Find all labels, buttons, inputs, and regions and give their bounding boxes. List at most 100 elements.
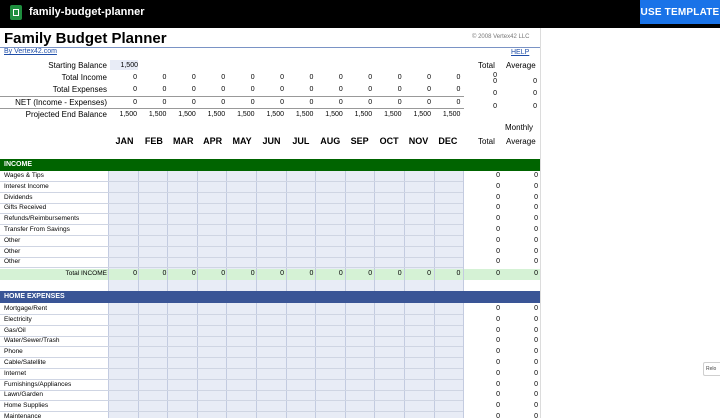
summary-total-cell: 0 (493, 78, 497, 85)
summary-cell[interactable]: 0 (375, 74, 402, 81)
summary-cell[interactable]: 0 (433, 74, 460, 81)
summary-cell[interactable]: 0 (228, 99, 255, 106)
summary-cell[interactable]: 0 (286, 86, 313, 93)
grid-row-line (0, 324, 463, 326)
summary-cell[interactable]: 1,500 (257, 111, 284, 118)
total-income-cell: 0 (456, 270, 461, 277)
home-expense-item-label[interactable]: Furnishings/Appliances (4, 381, 71, 388)
summary-cell[interactable]: 1,500 (198, 111, 226, 118)
home-expense-item-label[interactable]: Electricity (4, 316, 32, 323)
summary-cell[interactable]: 1,500 (375, 111, 402, 118)
summary-cell[interactable]: 0 (110, 74, 137, 81)
income-total-cell: 0 (496, 247, 500, 255)
home-expense-item-label[interactable]: Gas/Oil (4, 327, 26, 334)
summary-cell[interactable]: 1,500 (286, 111, 314, 118)
total-income-cell: 0 (368, 270, 373, 277)
month-header-nov: NOV (408, 136, 429, 146)
summary-cell[interactable]: 0 (257, 99, 284, 106)
summary-cell[interactable]: 1,500 (316, 111, 343, 118)
summary-cell[interactable]: 1,500 (139, 111, 167, 118)
summary-cell[interactable]: 1,500 (345, 111, 373, 118)
summary-cell[interactable]: 0 (198, 74, 225, 81)
income-item-label[interactable]: Dividends (4, 194, 33, 201)
summary-cell[interactable]: 0 (345, 74, 372, 81)
summary-cell[interactable]: 0 (169, 99, 196, 106)
home-expense-item-label[interactable]: Water/Sewer/Trash (4, 337, 60, 344)
summary-cell[interactable]: 0 (345, 86, 372, 93)
income-item-label[interactable]: Interest Income (4, 183, 49, 190)
summary-cell[interactable]: 0 (228, 86, 255, 93)
vertex42-link[interactable]: By Vertex42.com (4, 48, 57, 55)
home-expense-item-label[interactable]: Phone (4, 348, 23, 355)
home-expense-total-cell: 0 (496, 369, 500, 377)
home-expense-item-label[interactable]: Cable/Satellite (4, 359, 46, 366)
starting-balance-cell[interactable]: 1,500 (110, 60, 138, 70)
spreadsheet[interactable]: Family Budget Planner © 2008 Vertex42 LL… (0, 28, 541, 418)
income-item-label[interactable]: Refunds/Reimbursements (4, 215, 79, 222)
income-item-label[interactable]: Transfer From Savings (4, 226, 70, 233)
income-item-label[interactable]: Gifts Received (4, 204, 46, 211)
home-expense-item-label[interactable]: Mortgage/Rent (4, 305, 47, 312)
home-expense-item-label[interactable]: Home Supplies (4, 402, 48, 409)
summary-cell[interactable]: 1,500 (404, 111, 431, 118)
summary-cell[interactable]: 0 (433, 99, 460, 106)
total-column-header: Total (478, 137, 495, 146)
home-expense-average-cell: 0 (534, 326, 538, 334)
summary-cell[interactable]: 0 (286, 99, 313, 106)
total-income-cell: 0 (309, 270, 314, 277)
summary-cell[interactable]: 1,500 (228, 111, 255, 118)
summary-cell[interactable]: 0 (228, 74, 255, 81)
month-header-mar: MAR (173, 136, 194, 146)
summary-cell[interactable]: 0 (316, 99, 343, 106)
help-link[interactable]: HELP (511, 49, 529, 56)
home-expenses-section-title: HOME EXPENSES (4, 293, 65, 300)
summary-cell[interactable]: 0 (433, 86, 460, 93)
total-income-cell: 0 (338, 270, 343, 277)
summary-total-cell: 0 (493, 103, 497, 110)
summary-cell[interactable]: 0 (345, 99, 372, 106)
summary-cell[interactable]: 1,500 (169, 111, 196, 118)
summary-average-cell: 0 (533, 103, 537, 110)
use-template-button[interactable]: USE TEMPLATE (640, 0, 720, 24)
summary-cell[interactable]: 0 (139, 74, 166, 81)
side-panel-tab[interactable]: Relo (703, 362, 720, 376)
income-item-label[interactable]: Other (4, 237, 20, 244)
summary-cell[interactable]: 0 (404, 74, 431, 81)
summary-cell[interactable]: 0 (375, 86, 402, 93)
income-item-label[interactable]: Other (4, 258, 20, 265)
summary-cell[interactable]: 0 (198, 86, 225, 93)
summary-cell[interactable]: 0 (110, 86, 137, 93)
summary-cell[interactable]: 1,500 (110, 111, 137, 118)
summary-cell[interactable]: 1,500 (433, 111, 461, 118)
summary-cell[interactable]: 0 (139, 99, 166, 106)
home-expense-item-label[interactable]: Lawn/Garden (4, 391, 43, 398)
home-expense-item-label[interactable]: Internet (4, 370, 26, 377)
summary-cell[interactable]: 0 (198, 99, 225, 106)
income-item-label[interactable]: Wages & Tips (4, 172, 44, 179)
home-expense-average-cell: 0 (534, 413, 538, 418)
summary-cell[interactable]: 0 (286, 74, 313, 81)
income-average-cell: 0 (534, 172, 538, 179)
income-average-cell: 0 (534, 215, 538, 223)
grid-row-line (0, 400, 463, 402)
summary-average-cell: 0 (533, 78, 537, 85)
summary-cell[interactable]: 0 (169, 86, 196, 93)
summary-cell[interactable]: 0 (375, 99, 402, 106)
summary-average-header: Average (506, 61, 536, 70)
summary-cell[interactable]: 0 (169, 74, 196, 81)
summary-cell[interactable]: 0 (257, 86, 284, 93)
summary-cell[interactable]: 0 (316, 74, 343, 81)
summary-cell[interactable]: 0 (404, 99, 431, 106)
sheets-file-icon (10, 5, 22, 20)
summary-cell[interactable]: 0 (316, 86, 343, 93)
income-total-cell: 0 (496, 226, 500, 233)
income-item-label[interactable]: Other (4, 248, 20, 255)
home-expenses-section-header: HOME EXPENSES (0, 291, 540, 303)
summary-cell[interactable]: 0 (257, 74, 284, 81)
summary-cell[interactable]: 0 (110, 99, 137, 106)
home-expense-item-label[interactable]: Maintenance (4, 413, 41, 418)
grid-row-line (0, 368, 463, 369)
income-total-cell: 0 (496, 236, 500, 244)
summary-cell[interactable]: 0 (139, 86, 166, 93)
summary-cell[interactable]: 0 (404, 86, 431, 93)
